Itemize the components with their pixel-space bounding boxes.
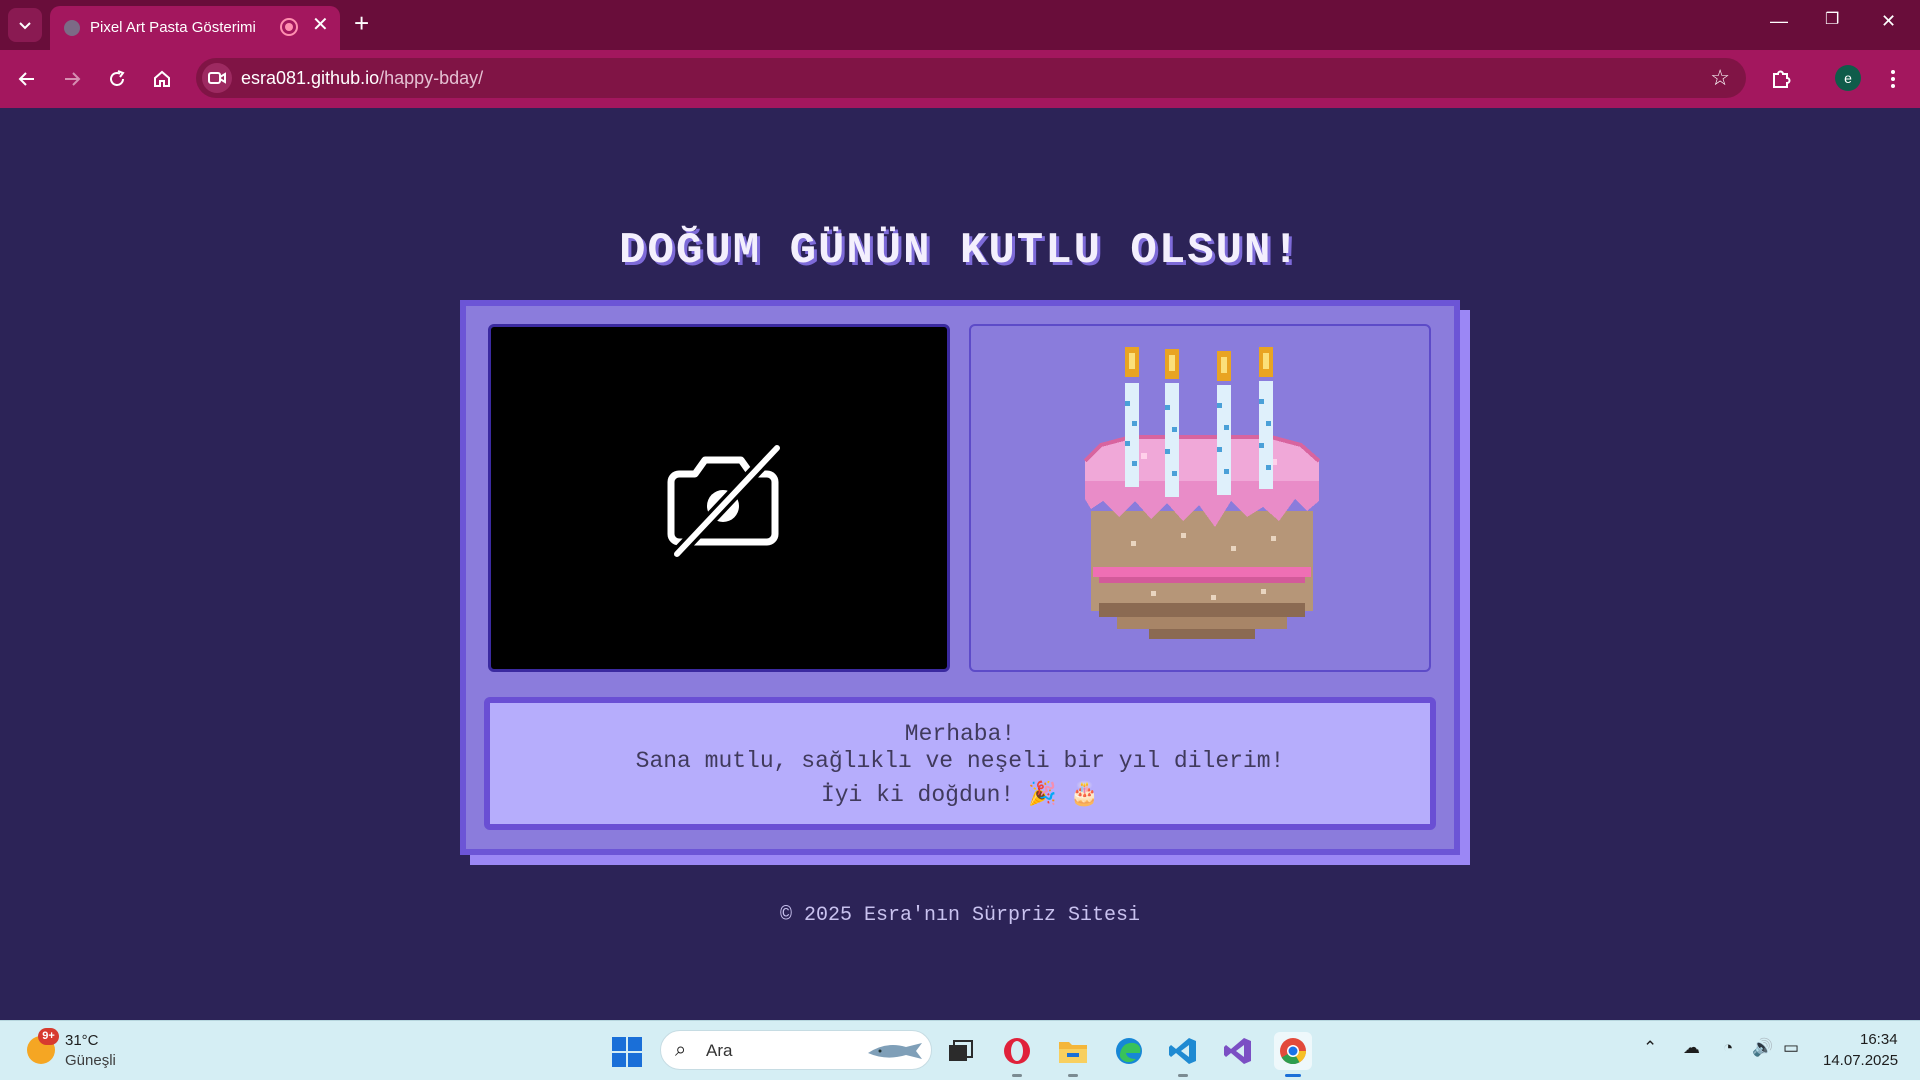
puzzle-piece-icon xyxy=(1773,70,1791,88)
running-indicator xyxy=(1178,1074,1188,1077)
reload-button[interactable] xyxy=(102,64,132,94)
start-button[interactable] xyxy=(612,1037,642,1067)
file-explorer-app-button[interactable] xyxy=(1054,1032,1092,1077)
video-camera-icon xyxy=(208,72,226,84)
close-tab-icon[interactable]: ✕ xyxy=(312,15,329,35)
extensions-button[interactable] xyxy=(1766,64,1796,94)
message-greeting: Merhaba! xyxy=(904,721,1016,747)
volume-icon[interactable]: 🔊 xyxy=(1752,1038,1773,1058)
minimize-button[interactable]: — xyxy=(1770,12,1788,30)
clock-date[interactable]: 14.07.2025 xyxy=(1823,1052,1898,1069)
forward-button[interactable] xyxy=(57,64,87,94)
site-info-button[interactable] xyxy=(202,63,232,93)
back-button[interactable] xyxy=(12,64,42,94)
vscode-app-button[interactable] xyxy=(1164,1032,1202,1077)
opera-icon xyxy=(1004,1038,1030,1064)
running-indicator xyxy=(1012,1074,1022,1077)
clock-time[interactable]: 16:34 xyxy=(1860,1031,1898,1048)
close-window-button[interactable]: ✕ xyxy=(1881,12,1896,30)
birthday-message: Merhaba! Sana mutlu, sağlıklı ve neşeli … xyxy=(484,697,1436,830)
globe-icon xyxy=(64,20,80,36)
search-placeholder: Ara xyxy=(706,1041,733,1060)
page-title: DOĞUM GÜNÜN KUTLU OLSUN! xyxy=(619,226,1301,276)
pixel-cake-image xyxy=(1083,347,1321,639)
windows-logo-tile xyxy=(628,1053,642,1067)
show-hidden-icons-button[interactable]: ⌃ xyxy=(1643,1038,1657,1058)
restore-button[interactable]: ❐ xyxy=(1825,12,1839,28)
profile-avatar[interactable]: e xyxy=(1835,65,1861,91)
page-footer: © 2025 Esra'nın Sürpriz Sitesi xyxy=(779,904,1141,927)
task-view-icon xyxy=(949,1040,973,1061)
home-button[interactable] xyxy=(147,64,177,94)
tab-title: Pixel Art Pasta Gösterimi xyxy=(90,19,256,36)
address-bar[interactable]: esra081.github.io/happy-bday/ ☆ xyxy=(196,58,1746,98)
windows-logo-tile xyxy=(628,1037,642,1051)
edge-icon xyxy=(1116,1038,1142,1064)
camera-off-icon xyxy=(667,443,782,558)
chrome-app-button[interactable] xyxy=(1274,1032,1312,1077)
wifi-icon[interactable]: ◔ xyxy=(1723,1038,1733,1058)
browser-menu-button[interactable] xyxy=(1878,64,1908,94)
browser-tab-strip: Pixel Art Pasta Gösterimi ✕ + — ❐ ✕ xyxy=(0,0,1920,50)
url-host: esra081.github.io xyxy=(241,68,380,88)
recording-indicator-icon xyxy=(280,18,298,36)
tab-search-button[interactable] xyxy=(8,8,42,42)
arrow-right-icon xyxy=(65,72,81,86)
url-path: /happy-bday/ xyxy=(379,68,484,88)
reload-icon xyxy=(110,70,125,86)
taskbar-search[interactable]: ⌕ Ara xyxy=(660,1030,932,1070)
folder-icon xyxy=(1059,1042,1087,1063)
more-vertical-icon xyxy=(1891,70,1895,88)
search-highlight-icon xyxy=(868,1043,922,1059)
battery-icon[interactable]: ▭ xyxy=(1783,1038,1799,1058)
chrome-icon xyxy=(1280,1038,1307,1065)
message-wish: Sana mutlu, sağlıklı ve neşeli bir yıl d… xyxy=(635,748,1285,774)
chevron-down-icon xyxy=(19,22,31,30)
weather-badge: 9+ xyxy=(38,1028,59,1045)
visual-studio-app-button[interactable] xyxy=(1219,1032,1257,1070)
weather-description: Güneşli xyxy=(65,1052,116,1069)
vscode-icon xyxy=(1169,1038,1196,1064)
browser-toolbar: esra081.github.io/happy-bday/ ☆ e xyxy=(0,50,1920,108)
search-icon: ⌕ xyxy=(675,1039,687,1061)
onedrive-icon[interactable]: ☁ xyxy=(1683,1038,1700,1058)
windows-logo-tile xyxy=(612,1037,626,1051)
arrow-left-icon xyxy=(18,72,34,86)
home-icon xyxy=(154,70,170,87)
cake-panel xyxy=(969,324,1431,672)
camera-preview xyxy=(488,324,950,672)
windows-logo-tile xyxy=(612,1053,626,1067)
task-view-button[interactable] xyxy=(942,1032,980,1070)
bookmark-star-icon[interactable]: ☆ xyxy=(1710,65,1730,91)
windows-taskbar: 9+ 31°C Güneşli ⌕ Ara ⌃ ☁ ◔ 🔊 ▭ 16:34 14… xyxy=(0,1020,1920,1080)
message-closing: İyi ki doğdun! 🎉 🎂 xyxy=(820,782,1100,808)
weather-temperature: 31°C xyxy=(65,1032,99,1049)
new-tab-button[interactable]: + xyxy=(354,10,369,36)
browser-tab-active[interactable]: Pixel Art Pasta Gösterimi ✕ xyxy=(50,6,340,50)
url-text: esra081.github.io/happy-bday/ xyxy=(241,68,483,89)
running-indicator xyxy=(1068,1074,1078,1077)
opera-app-button[interactable] xyxy=(998,1032,1036,1077)
visual-studio-icon xyxy=(1224,1038,1251,1064)
running-indicator xyxy=(1285,1074,1301,1077)
edge-app-button[interactable] xyxy=(1110,1032,1148,1070)
